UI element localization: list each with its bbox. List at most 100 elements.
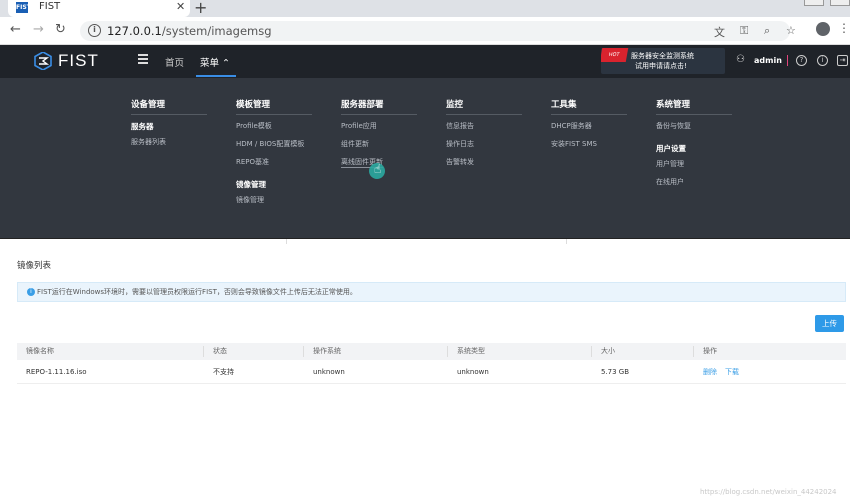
hamburger-menu-icon[interactable] — [138, 54, 148, 66]
username[interactable]: admin — [754, 56, 782, 65]
menu-item-image-management[interactable]: 镜像管理 — [236, 195, 312, 205]
header-actions: 操作 — [703, 347, 717, 355]
translate-icon[interactable]: 文 — [714, 24, 725, 40]
minimize-button[interactable] — [804, 0, 824, 6]
menu-column-title: 监控 — [446, 98, 522, 115]
info-icon[interactable]: i — [88, 24, 101, 37]
browser-toolbar: ← → ↻ i 127.0.0.1/system/imagemsg 文 ⚿ ⌕ … — [0, 17, 850, 45]
close-icon[interactable]: ✕ — [176, 0, 185, 13]
menu-item-repo-baseline[interactable]: REPO基准 — [236, 157, 312, 167]
info-icon: i — [27, 288, 35, 296]
watermark: https://blog.csdn.net/weixin_44242024 — [700, 488, 837, 496]
menu-column-title: 系统管理 — [656, 98, 732, 115]
ad-line-1: 服务器安全监测系统 — [631, 52, 694, 60]
ad-line-2: 试用申请请点击! — [635, 62, 687, 70]
more-menu-icon[interactable]: ⋮ — [838, 21, 850, 35]
menu-column-title: 服务器部署 — [341, 98, 417, 115]
url-host: 127.0.0.1 — [107, 24, 162, 38]
header-image-name[interactable]: 镜像名称 — [26, 343, 54, 360]
tab-title: FIST — [39, 1, 61, 12]
menu-column-monitor: 监控 信息报告 操作日志 告警转发 — [446, 98, 522, 175]
divider-tick — [566, 239, 567, 244]
menu-item-backup-restore[interactable]: 备份与恢复 — [656, 121, 732, 131]
bookmark-star-icon[interactable]: ☆ — [786, 24, 796, 37]
ad-banner[interactable]: HOT 服务器安全监测系统 试用申请请点击! — [601, 48, 725, 74]
address-bar[interactable]: i 127.0.0.1/system/imagemsg 文 ⚿ ⌕ ☆ — [80, 21, 796, 41]
menu-item-dhcp-server[interactable]: DHCP服务器 — [551, 121, 627, 131]
download-link[interactable]: 下载 — [725, 368, 739, 376]
user-icon[interactable]: ⚇ — [736, 54, 745, 65]
header-os-type[interactable]: 系统类型 — [457, 343, 485, 360]
delete-link[interactable]: 删除 — [703, 368, 717, 376]
new-tab-icon[interactable]: + — [194, 0, 207, 17]
cell-os-type: unknown — [457, 368, 489, 376]
info-circle-icon[interactable]: i — [817, 55, 828, 66]
menu-group-title: 用户设置 — [656, 144, 686, 153]
help-icon[interactable]: ? — [796, 55, 807, 66]
menu-item-user-management[interactable]: 用户管理 — [656, 159, 732, 169]
logout-icon[interactable]: ⇥ — [837, 55, 848, 66]
browser-tab[interactable]: FIST FIST ✕ — [8, 0, 190, 17]
table-row: REPO-1.11.16.iso 不支持 unknown unknown 5.7… — [17, 360, 846, 384]
chevron-up-icon: ⌃ — [222, 58, 231, 69]
header-status[interactable]: 状态 — [213, 343, 227, 360]
logo-text: FIST — [58, 51, 99, 70]
menu-item-install-fist-sms[interactable]: 安装FIST SMS — [551, 139, 627, 149]
notice-alert: i FIST运行在Windows环境时，需要以管理员权限运行FIST，否则会导致… — [17, 282, 846, 302]
menu-item-alert-forward[interactable]: 告警转发 — [446, 157, 522, 167]
window-controls — [798, 0, 850, 6]
url-path: /system/imagemsg — [161, 24, 272, 38]
column-separator — [203, 346, 204, 357]
browser-tabbar: FIST FIST ✕ + — [0, 0, 850, 17]
menu-item-online-users[interactable]: 在线用户 — [656, 177, 732, 187]
column-separator — [447, 346, 448, 357]
page-title: 镜像列表 — [17, 261, 52, 271]
menu-group-title: 镜像管理 — [236, 180, 266, 189]
nav-menu-label: 菜单 — [200, 58, 220, 69]
url-text[interactable]: 127.0.0.1/system/imagemsg — [107, 24, 272, 38]
menu-item-info-report[interactable]: 信息报告 — [446, 121, 522, 131]
upload-button[interactable]: 上传 — [815, 315, 844, 332]
cell-os: unknown — [313, 368, 345, 376]
cell-image-name: REPO-1.11.16.iso — [26, 368, 87, 376]
menu-column-device: 设备管理 服务器 服务器列表 — [131, 98, 207, 155]
reload-icon[interactable]: ↻ — [55, 22, 66, 37]
fist-logo-icon — [34, 52, 52, 70]
menu-column-template: 模板管理 Profile模板 HDM / BIOS配置模板 REPO基准 镜像管… — [236, 98, 312, 213]
mega-menu: 设备管理 服务器 服务器列表 模板管理 Profile模板 HDM / BIOS… — [0, 78, 850, 239]
column-separator — [693, 346, 694, 357]
maximize-button[interactable] — [830, 0, 850, 6]
menu-column-title: 工具集 — [551, 98, 627, 115]
menu-item-server-list[interactable]: 服务器列表 — [131, 137, 207, 147]
hot-badge: HOT — [601, 48, 629, 62]
nav-home-link[interactable]: 首页 — [165, 55, 184, 69]
active-nav-indicator — [196, 75, 236, 77]
hand-cursor-icon: ☝ — [374, 162, 382, 176]
menu-column-tools: 工具集 DHCP服务器 安装FIST SMS — [551, 98, 627, 157]
notice-text: FIST运行在Windows环境时，需要以管理员权限运行FIST，否则会导致镜像… — [37, 288, 357, 296]
image-table: 镜像名称 状态 操作系统 系统类型 大小 操作 REPO-1.11.16.iso… — [17, 343, 846, 384]
menu-column-system: 系统管理 备份与恢复 用户设置 用户管理 在线用户 — [656, 98, 732, 195]
forward-arrow-icon[interactable]: → — [33, 22, 44, 37]
divider-tick — [286, 239, 287, 244]
header-divider — [787, 55, 788, 66]
menu-item-operation-log[interactable]: 操作日志 — [446, 139, 522, 149]
table-header: 镜像名称 状态 操作系统 系统类型 大小 操作 — [17, 343, 846, 360]
menu-group-title: 服务器 — [131, 122, 154, 131]
header-size[interactable]: 大小 — [601, 343, 615, 360]
main-content: 镜像列表 i FIST运行在Windows环境时，需要以管理员权限运行FIST，… — [0, 239, 850, 500]
column-separator — [303, 346, 304, 357]
menu-item-hdm-bios-template[interactable]: HDM / BIOS配置模板 — [236, 139, 312, 149]
fist-favicon-icon: FIST — [16, 2, 31, 13]
menu-item-profile-template[interactable]: Profile模板 — [236, 121, 312, 131]
key-icon[interactable]: ⚿ — [740, 24, 748, 38]
menu-item-component-update[interactable]: 组件更新 — [341, 139, 417, 149]
zoom-icon[interactable]: ⌕ — [764, 24, 770, 38]
back-arrow-icon[interactable]: ← — [10, 22, 21, 37]
cell-size: 5.73 GB — [601, 368, 630, 376]
profile-avatar-icon[interactable] — [816, 22, 830, 36]
menu-item-profile-apply[interactable]: Profile应用 — [341, 121, 417, 131]
nav-menu-toggle[interactable]: 菜单 ⌃ — [200, 55, 230, 69]
header-os[interactable]: 操作系统 — [313, 343, 341, 360]
cell-actions: 删除 下载 — [703, 360, 747, 384]
